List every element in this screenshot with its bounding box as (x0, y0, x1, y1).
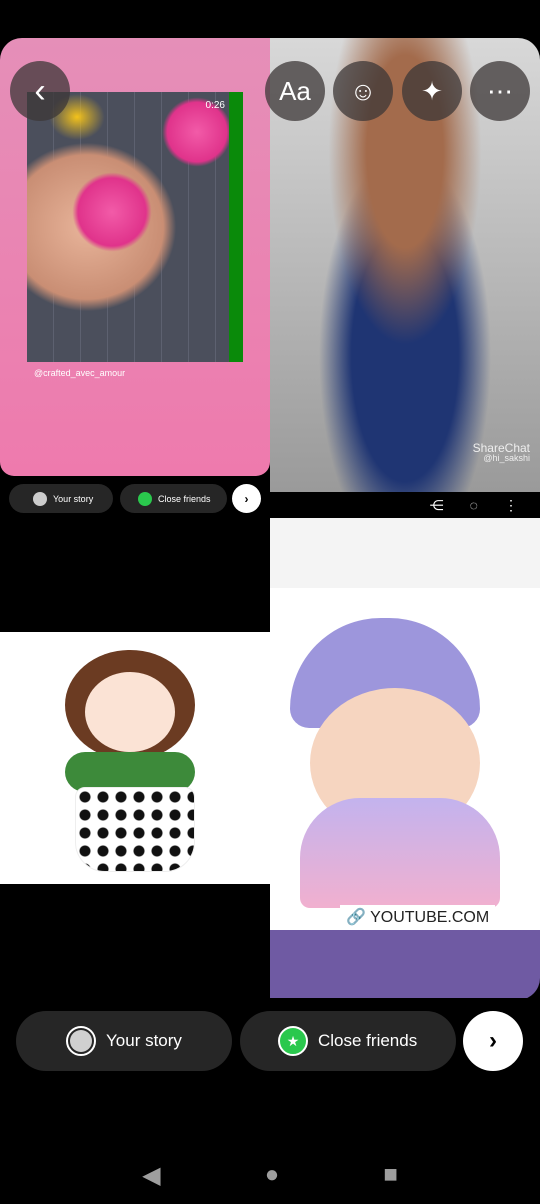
sharechat-watermark: ShareChat @hi_sakshi (473, 442, 530, 463)
mini-close-friends: Close friends (120, 484, 227, 513)
your-story-button[interactable]: Your story (16, 1011, 232, 1071)
nav-home-button[interactable]: ● (265, 1161, 280, 1189)
watermark-handle: @hi_sakshi (483, 453, 530, 463)
share-bar: Your story ★ Close friends › (0, 1011, 540, 1071)
star-icon (138, 491, 152, 506)
sticker-button[interactable]: ☺ (333, 61, 393, 121)
your-story-label: Your story (106, 1031, 182, 1050)
mini-close-friends-label: Close friends (158, 493, 211, 504)
back-button[interactable]: ‹ (10, 61, 70, 121)
chevron-left-icon: ‹ (34, 71, 46, 110)
screenshot-action-strip: ⋲ ◌ ⋮ (270, 492, 540, 518)
mini-your-story-label: Your story (53, 493, 94, 504)
share-icon: ⋲ (429, 496, 444, 513)
girl-bunny-sticker[interactable]: 🔗 YOUTUBE.COM (270, 518, 540, 998)
video-timer: 0:26 (205, 100, 225, 111)
avatar (33, 491, 47, 506)
effects-button[interactable]: ✦ (402, 61, 462, 121)
sticker-icon: ☺ (349, 75, 377, 106)
more-button[interactable]: ⋯ (470, 61, 530, 121)
green-bar (229, 92, 243, 362)
sparkles-icon: ✦ (421, 75, 443, 106)
nav-back-button[interactable]: ◀ (142, 1161, 160, 1190)
status-icon: ◌ (469, 497, 478, 513)
system-nav-bar: ◀ ● ■ (0, 1150, 540, 1200)
embedded-share-bar: Your story Close friends › (0, 480, 270, 514)
illustration-body (300, 798, 500, 908)
youtube-link-label: 🔗 YOUTUBE.COM (340, 905, 496, 929)
illustration-face (85, 672, 175, 752)
star-icon: ★ (278, 1026, 308, 1056)
story-canvas[interactable]: 0:26 @crafted_avec_amour Your story Clos… (0, 38, 540, 1000)
mini-your-story: Your story (9, 484, 113, 513)
craft-video: 0:26 (27, 92, 243, 362)
pink-flower (72, 172, 152, 252)
more-vertical-icon: ⋮ (504, 496, 518, 513)
chevron-right-icon: › (232, 484, 261, 513)
avatar (66, 1026, 96, 1056)
illustration-skirt (75, 787, 195, 872)
girl-illustration-sticker[interactable] (0, 632, 270, 884)
text-tool-button[interactable]: Aa (265, 61, 325, 121)
video-handle: @crafted_avec_amour (34, 368, 126, 378)
text-tool-label: Aa (279, 75, 311, 106)
close-friends-label: Close friends (318, 1031, 418, 1050)
close-friends-button[interactable]: ★ Close friends (240, 1011, 456, 1071)
next-button[interactable]: › (463, 1011, 523, 1071)
more-horizontal-icon: ⋯ (487, 75, 513, 106)
nav-recents-button[interactable]: ■ (383, 1161, 398, 1189)
illustration-top (65, 752, 195, 792)
chevron-right-icon: › (489, 1027, 497, 1054)
youtube-label-text: YOUTUBE.COM (370, 909, 490, 926)
